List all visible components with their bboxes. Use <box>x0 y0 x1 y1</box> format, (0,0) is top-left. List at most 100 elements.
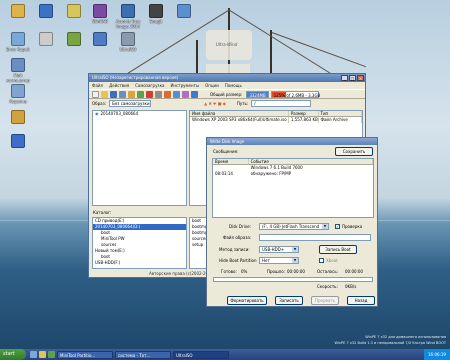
desktop-icon-acronis[interactable]: Acronis True Image 2014 <box>113 4 143 29</box>
disk-drive-select[interactable]: (F:, 4 GB) JetFlash Transcend ▼ <box>259 223 329 230</box>
ship-rope <box>271 32 366 68</box>
mount-icon[interactable] <box>173 90 180 98</box>
xboot-button[interactable]: Запись Boot <box>319 245 357 254</box>
desktop-icon-winrar[interactable]: WinRAR <box>85 4 115 24</box>
progress-label: Готово: <box>221 269 237 274</box>
dialog-titlebar[interactable]: Write Disk Image <box>207 138 377 145</box>
watermark-line-2: WinPE 7 x32 Build 1.3 и ненормальной 7/0… <box>334 341 446 345</box>
path-field[interactable]: / <box>251 100 312 107</box>
delete-icon[interactable] <box>146 90 153 98</box>
winrar-icon <box>93 4 107 18</box>
close-button[interactable]: × <box>357 75 364 81</box>
path-label: Путь: <box>236 101 249 106</box>
elapsed-label: Прошло: <box>267 269 286 274</box>
desktop-icon-9[interactable] <box>31 32 61 47</box>
message-log: Время Событие Windows 7 6.1 Build 7600 0… <box>212 158 374 218</box>
menu-file[interactable]: Файл <box>92 82 103 89</box>
remaining-label: Осталось: <box>317 269 339 274</box>
local-tree-panel: CD привод(E:) 20140703_080664(D:) boot M… <box>92 217 187 269</box>
save-icon[interactable] <box>110 90 117 98</box>
image-file-field[interactable] <box>259 234 371 241</box>
app-icon <box>177 4 191 18</box>
app-icon <box>39 32 53 46</box>
back-button[interactable]: Назад <box>347 296 375 305</box>
clock[interactable]: 16:06:19 <box>424 349 450 360</box>
verify-checkbox[interactable]: ✓ <box>335 224 340 229</box>
desktop-icon-snagit[interactable]: Snagit <box>141 4 171 24</box>
menu-tools[interactable]: Инструменты <box>170 82 199 89</box>
taskbar: start MiniTool Partitio... система - Тот… <box>0 349 450 360</box>
task-minitool[interactable]: MiniTool Partitio... <box>57 350 113 359</box>
local-tree-item[interactable]: USB-HDD(F:) <box>93 260 186 266</box>
desktop-icon-7[interactable] <box>169 4 199 19</box>
desktop-icon-ultraiso[interactable]: UltraISO <box>113 32 143 52</box>
menu-options[interactable]: Опции <box>205 82 219 89</box>
chevron-down-icon: ▼ <box>322 224 328 229</box>
app-icon <box>11 4 25 18</box>
desktop-icon-15[interactable] <box>3 110 33 125</box>
extract-icon[interactable] <box>128 90 135 98</box>
iso-tree-panel: ◉ 20140703_080664 <box>92 110 187 206</box>
format-button[interactable]: Форматировать <box>227 296 267 305</box>
start-button[interactable]: start <box>0 349 26 360</box>
minimize-button[interactable]: _ <box>341 75 348 81</box>
tree-item[interactable]: ◉ 20140703_080664 <box>93 111 186 117</box>
desktop-icon-2[interactable] <box>31 4 61 19</box>
desktop: Ultra-Wind WinRAR Acronis True Image 201… <box>0 0 450 360</box>
progress-value: 0% <box>241 269 248 274</box>
remaining-value: 00:00:00 <box>345 269 363 274</box>
watermark-line-1: WinPE 7 x32 для домашнего использования <box>365 335 446 339</box>
desktop-icon-1[interactable] <box>3 4 33 19</box>
write-progress-bar <box>213 277 373 282</box>
dialog-title: Write Disk Image <box>210 139 245 144</box>
menu-help[interactable]: Помощь <box>225 82 242 89</box>
speed-value: 0KB/s <box>345 284 357 289</box>
help-icon[interactable] <box>191 90 198 98</box>
snagit-icon <box>149 4 163 18</box>
task-system[interactable]: система - Тот... <box>115 350 171 359</box>
image-size-value: 3324MB <box>246 90 269 98</box>
quick-launch <box>30 351 55 358</box>
explorer-icon[interactable] <box>39 351 46 358</box>
open-icon[interactable] <box>101 90 108 98</box>
xboot-checkbox[interactable] <box>319 258 324 263</box>
message-label: Сообщение: <box>213 149 239 154</box>
burn-icon[interactable] <box>164 90 171 98</box>
task-ultraiso[interactable]: UltraISO <box>173 350 229 359</box>
hide-boot-select[interactable]: Нет ▼ <box>259 257 299 264</box>
compress-icon[interactable] <box>182 90 189 98</box>
image-type-select[interactable]: Без самозагрузки <box>109 100 152 107</box>
save-log-button[interactable]: Сохранить <box>335 147 373 156</box>
menubar: Файл Действия Самозагрузка Инструменты О… <box>89 82 365 89</box>
app-icon <box>67 32 81 46</box>
new-icon[interactable] <box>92 90 99 98</box>
desktop-icon-recycle[interactable]: Корзина <box>3 84 33 104</box>
menu-bootable[interactable]: Самозагрузка <box>135 82 164 89</box>
floppy-icon <box>39 4 53 18</box>
image-row: Образ: Без самозагрузки ▲ ✖ ✚ ■ ◆ Путь: … <box>89 99 365 108</box>
desktop-icon-my-computer[interactable]: Мой компьютер <box>3 58 33 83</box>
write-button[interactable]: Записать <box>275 296 303 305</box>
app-icon[interactable] <box>48 351 55 358</box>
maximize-button[interactable]: □ <box>349 75 356 81</box>
verify-label: Проверка <box>342 224 363 229</box>
properties-icon[interactable] <box>155 90 162 98</box>
computer-icon <box>11 58 25 72</box>
desktop-icon-11[interactable] <box>85 32 115 47</box>
app-icon <box>11 32 25 46</box>
add-icon[interactable] <box>137 90 144 98</box>
desktop-icon-16[interactable] <box>3 134 33 149</box>
desktop-icon-error[interactable]: Error Kapuk <box>3 32 33 52</box>
table-row[interactable]: Windows XP 2003 SP3 x86x64(Full)Ultimate… <box>190 117 362 123</box>
write-disk-image-dialog: Write Disk Image Сообщение: Сохранить Вр… <box>206 137 378 307</box>
window-titlebar[interactable]: UltraISO (Незарегистрированная версия) _… <box>89 74 365 82</box>
image-file-label: Файл образа: <box>223 235 252 240</box>
menu-actions[interactable]: Действия <box>109 82 129 89</box>
image-size-bar: 125% of 2.6MB - 3.3GB <box>270 90 320 98</box>
ultraiso-icon <box>121 32 135 46</box>
desktop-icon[interactable] <box>30 351 37 358</box>
write-method-select[interactable]: USB-HDD+ ▼ <box>259 246 299 253</box>
save-as-icon[interactable] <box>119 90 126 98</box>
app-icon <box>67 4 81 18</box>
abort-button[interactable]: Прервать <box>311 296 339 305</box>
